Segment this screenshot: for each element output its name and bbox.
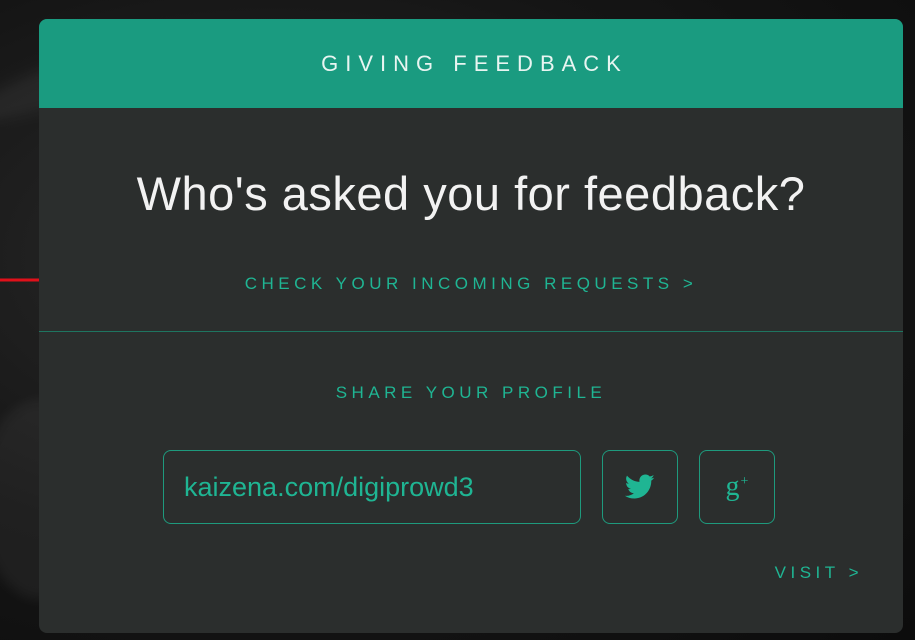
google-plus-plus-glyph: +: [740, 473, 749, 489]
share-twitter-button[interactable]: [602, 450, 678, 524]
share-profile-section: SHARE YOUR PROFILE g+ VISIT >: [39, 332, 903, 633]
feedback-question: Who's asked you for feedback?: [136, 167, 806, 220]
visit-profile-link[interactable]: VISIT >: [775, 563, 863, 583]
google-plus-icon: g+: [726, 473, 749, 501]
google-plus-g-glyph: g: [725, 471, 740, 502]
card-header-title: GIVING FEEDBACK: [321, 50, 628, 76]
twitter-bird-icon: [625, 474, 655, 499]
share-google-plus-button[interactable]: g+: [699, 450, 775, 524]
card-header: GIVING FEEDBACK: [39, 19, 903, 108]
feedback-requests-section: Who's asked you for feedback? CHECK YOUR…: [39, 108, 903, 331]
profile-url-field[interactable]: [163, 450, 581, 524]
check-incoming-requests-link[interactable]: CHECK YOUR INCOMING REQUESTS >: [39, 274, 903, 294]
share-row: g+: [163, 450, 775, 524]
feedback-card: GIVING FEEDBACK Who's asked you for feed…: [39, 19, 903, 633]
share-profile-label: SHARE YOUR PROFILE: [335, 383, 607, 402]
